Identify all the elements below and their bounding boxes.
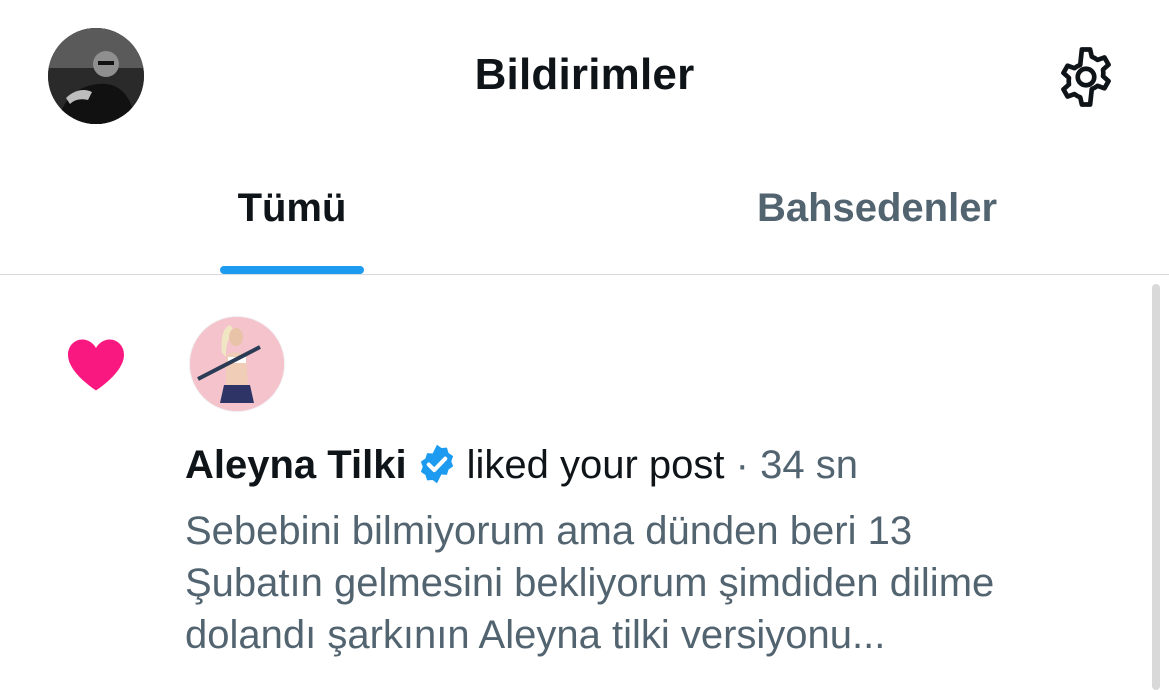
heart-icon [68,339,124,391]
active-tab-indicator [220,266,364,274]
user-avatar[interactable] [190,317,284,411]
notification-tabs: Tümü Bahsedenler [0,150,1169,275]
settings-button[interactable] [1053,44,1119,110]
top-bar: Bildirimler [0,0,1169,150]
separator-dot: · [735,443,749,487]
timestamp: 34 sn [760,443,858,487]
notification-summary: Aleyna Tilki liked your post · 34 sn [185,441,858,489]
user-photo [190,317,284,411]
post-preview-line: Sebebini bilmiyorum ama dünden beri 13 [185,509,913,553]
tab-mentions-label: Bahsedenler [756,186,998,230]
post-preview-line: dolandı şarkının Aleyna tilki versiyonu.… [185,613,886,657]
tab-mentions[interactable]: Bahsedenler [727,150,1027,274]
post-preview-line: Şubatın gelmesini bekliyorum şimdiden di… [185,561,995,605]
tab-all-label: Tümü [237,186,347,230]
notification-item[interactable]: Aleyna Tilki liked your post · 34 sn Seb… [0,275,1169,690]
tab-all[interactable]: Tümü [142,150,442,274]
page-title: Bildirimler [474,50,695,99]
post-preview: Sebebini bilmiyorum ama dünden beri 13 Ş… [185,505,1135,661]
user-name[interactable]: Aleyna Tilki [185,443,407,487]
gear-icon [1061,47,1111,107]
verified-badge-icon [420,444,453,484]
action-text: liked your post [466,443,725,487]
scrollbar[interactable] [1152,284,1160,690]
